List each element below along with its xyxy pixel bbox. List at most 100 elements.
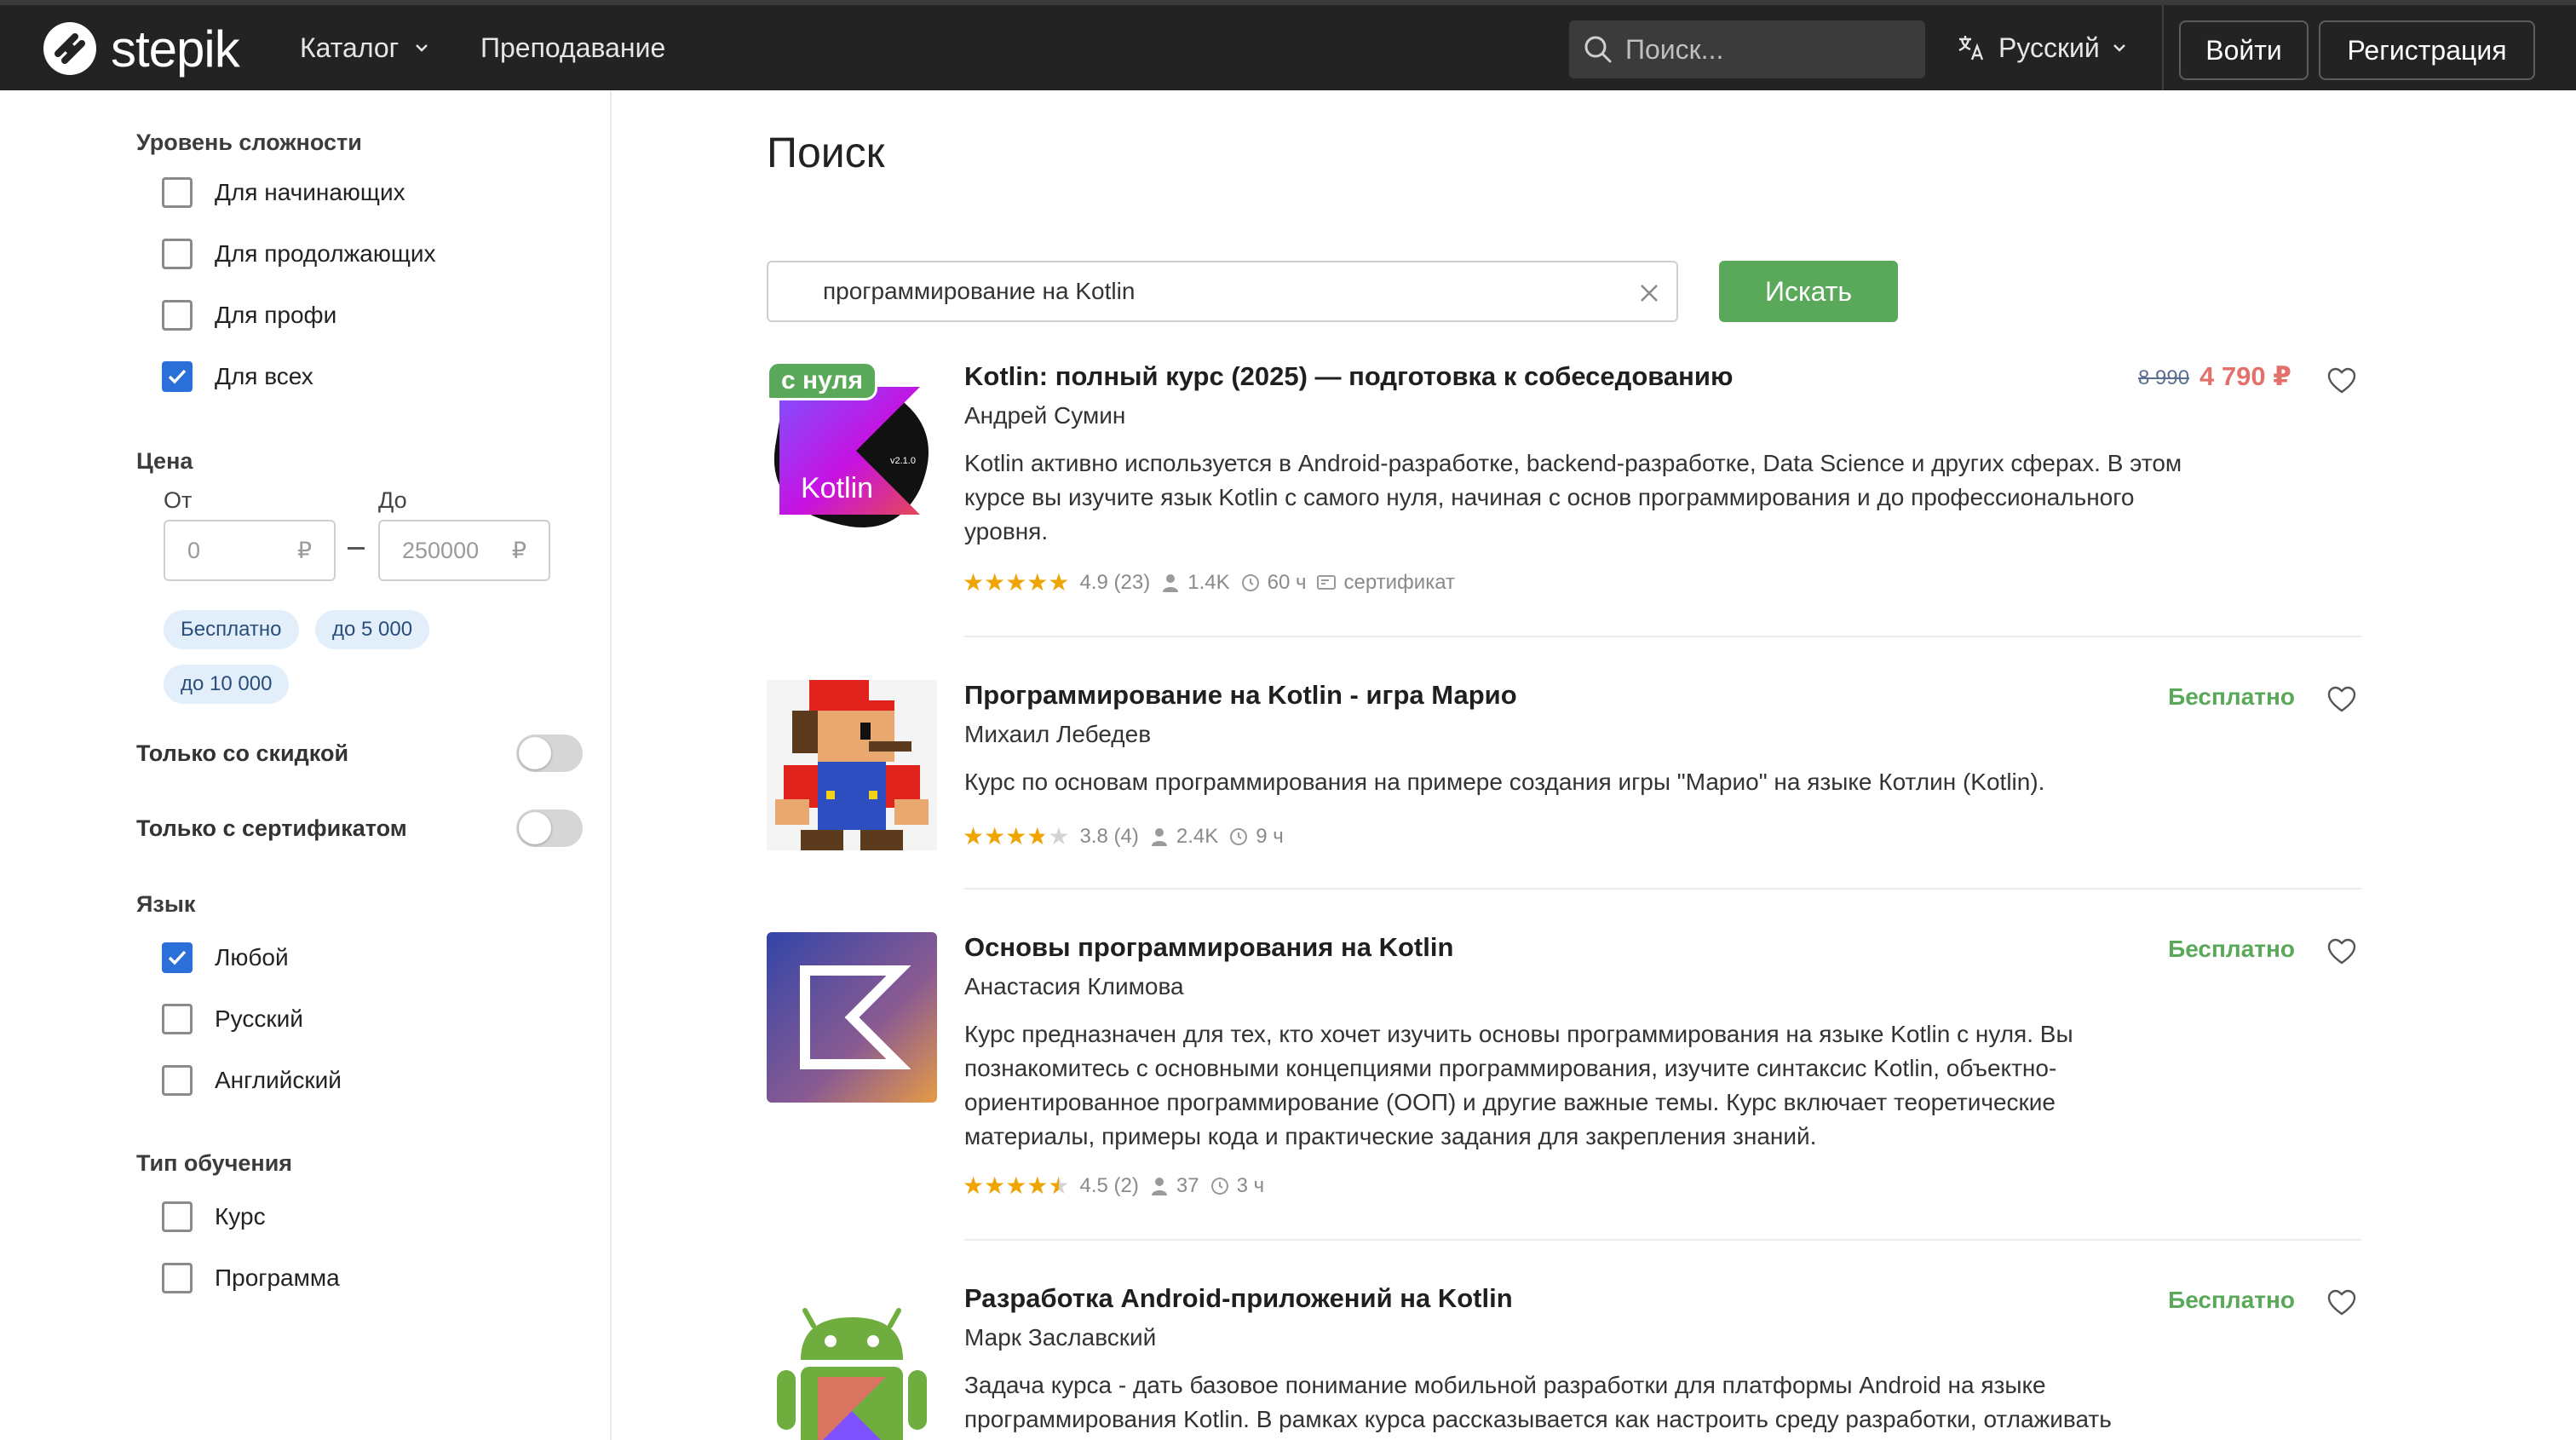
learners-count: 37 [1149, 1174, 1199, 1198]
search-button[interactable]: Искать [1719, 261, 1898, 322]
login-button[interactable]: Войти [2179, 20, 2309, 80]
discount-toggle[interactable] [516, 734, 583, 772]
search-field[interactable] [767, 261, 1678, 322]
currency-symbol: ₽ [511, 537, 526, 563]
rating-stars: ★★★★★★★★★★ [963, 1172, 1070, 1199]
price-from-value: 0 [187, 537, 201, 563]
price-to-label: До [378, 487, 407, 513]
checkbox[interactable] [162, 300, 193, 331]
header-search-input[interactable] [1625, 33, 1915, 66]
checkbox[interactable] [162, 177, 193, 208]
filter-all-levels[interactable]: Для всех [162, 361, 313, 392]
old-price: 8 990 [2138, 366, 2190, 389]
language-switcher[interactable]: Русский [1956, 5, 2127, 90]
search-input[interactable] [823, 278, 1590, 305]
course-card[interactable]: Разработка Android-приложений на Kotlin … [767, 1283, 2363, 1440]
checkbox-checked[interactable] [162, 942, 193, 973]
learners-count: 2.4K [1149, 825, 1218, 849]
checkbox[interactable] [162, 1263, 193, 1293]
rating-stars: ★★★★★★★★★★ [963, 569, 1070, 596]
nav-catalog[interactable]: Каталог [300, 5, 429, 90]
price-from-label: От [164, 487, 193, 513]
checkbox-label: Курс [215, 1203, 266, 1230]
header-search[interactable] [1569, 20, 1925, 78]
price-title: Цена [136, 448, 193, 474]
course-card[interactable]: Kotlin v2.1.0 с нуля Kotlin: полный курс… [767, 361, 2363, 634]
checkbox[interactable] [162, 1201, 193, 1232]
course-description: Курс предназначен для тех, кто хочет изу… [964, 1021, 2073, 1149]
course-thumbnail-android[interactable] [767, 1292, 937, 1440]
checkbox-label: Любой [215, 944, 289, 971]
rating-text: 3.8 (4) [1079, 825, 1139, 848]
favorite-heart-icon[interactable] [2326, 936, 2358, 968]
checkbox-label: Программа [215, 1264, 340, 1291]
learning-type-title: Тип обучения [136, 1150, 293, 1176]
course-divider [964, 636, 2361, 637]
course-author[interactable]: Андрей Сумин [964, 402, 1125, 429]
user-icon [1151, 1178, 1167, 1195]
price-to-value: 250000 [402, 537, 480, 563]
course-divider [964, 888, 2361, 890]
course-title[interactable]: Основы программирования на Kotlin [964, 932, 1453, 963]
duration: 9 ч [1228, 825, 1284, 849]
badge-from-scratch: с нуля [767, 361, 877, 400]
learners-value: 1.4K [1187, 571, 1230, 594]
course-author[interactable]: Михаил Лебедев [964, 721, 1151, 748]
nav-teaching[interactable]: Преподавание [480, 5, 665, 90]
duration-value: 60 ч [1267, 571, 1307, 594]
checkbox[interactable] [162, 1065, 193, 1096]
filter-lang-any[interactable]: Любой [162, 942, 289, 973]
checkbox-label: Для начинающих [215, 179, 405, 205]
course-author[interactable]: Анастасия Климова [964, 973, 1184, 1000]
course-card[interactable]: Основы программирования на Kotlin Анаста… [767, 932, 2363, 1230]
course-thumbnail-mario[interactable] [767, 680, 937, 850]
filter-type-program[interactable]: Программа [162, 1263, 340, 1293]
filter-lang-english[interactable]: Английский [162, 1065, 342, 1096]
duration-value: 9 ч [1256, 825, 1284, 848]
filter-beginner[interactable]: Для начинающих [162, 177, 405, 208]
user-icon [1151, 828, 1167, 846]
filter-type-course[interactable]: Курс [162, 1201, 266, 1232]
checkbox-label: Русский [215, 1005, 303, 1032]
clear-icon[interactable] [1634, 278, 1665, 308]
chip-under-5000[interactable]: до 5 000 [315, 610, 430, 649]
favorite-heart-icon[interactable] [2326, 365, 2358, 397]
course-title[interactable]: Kotlin: полный курс (2025) — подготовка … [964, 361, 1733, 392]
checkbox[interactable] [162, 1004, 193, 1034]
course-author[interactable]: Марк Заславский [964, 1324, 1156, 1351]
chip-free[interactable]: Бесплатно [164, 610, 299, 649]
chip-under-10000[interactable]: до 10 000 [164, 665, 290, 704]
difficulty-title: Уровень сложности [136, 130, 362, 155]
user-icon [1163, 574, 1179, 592]
favorite-heart-icon[interactable] [2326, 683, 2358, 716]
course-card[interactable]: Программирование на Kotlin - игра Марио … [767, 680, 2363, 876]
currency-symbol: ₽ [296, 537, 312, 563]
clock-icon [1241, 574, 1259, 591]
filters-sidebar: Уровень сложности Для начинающих Для про… [0, 90, 612, 1440]
certificate-toggle[interactable] [516, 809, 583, 847]
learners-value: 2.4K [1176, 825, 1219, 848]
course-title[interactable]: Программирование на Kotlin - игра Марио [964, 680, 1517, 711]
toggle-discount-row: Только со скидкой [136, 734, 583, 772]
course-title[interactable]: Разработка Android-приложений на Kotlin [964, 1283, 1513, 1314]
checkbox-label: Для всех [215, 363, 313, 389]
checkbox-checked[interactable] [162, 361, 193, 392]
filter-pro[interactable]: Для профи [162, 300, 336, 331]
price-from-input[interactable]: 0 ₽ [164, 520, 336, 581]
duration-value: 3 ч [1236, 1174, 1265, 1197]
top-navbar: stepik Каталог Преподавание Русский Войт… [0, 0, 2576, 90]
nav-teaching-label: Преподавание [480, 32, 666, 63]
register-button[interactable]: Регистрация [2319, 20, 2535, 80]
course-thumbnail-kotlin-logo[interactable] [767, 932, 937, 1103]
filter-intermediate[interactable]: Для продолжающих [162, 239, 436, 269]
duration: 3 ч [1210, 1174, 1265, 1198]
price-to-input[interactable]: 250000 ₽ [378, 520, 550, 581]
price-free: Бесплатно [2168, 936, 2295, 962]
translate-icon [1958, 36, 1984, 60]
checkbox[interactable] [162, 239, 193, 269]
filter-lang-russian[interactable]: Русский [162, 1004, 303, 1034]
stepik-logo[interactable]: stepik [41, 19, 240, 78]
thumb-version-label: v2.1.0 [890, 456, 916, 466]
favorite-heart-icon[interactable] [2326, 1287, 2358, 1319]
clock-icon [1210, 1178, 1228, 1195]
